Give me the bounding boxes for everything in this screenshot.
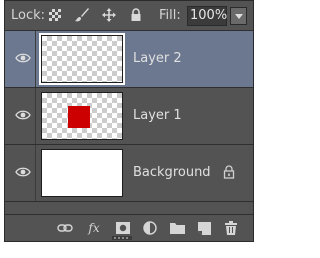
lock-label: Lock:	[11, 8, 46, 23]
fx-icon[interactable]: fx	[84, 221, 104, 235]
layers-panel: Lock: Fill: 100% Layer 2 Layer 1 Backgro…	[0, 0, 274, 258]
new-group-icon[interactable]	[169, 221, 185, 235]
layer-name[interactable]: Background	[133, 165, 211, 180]
fill-label: Fill:	[159, 8, 181, 23]
adjustment-layer-icon[interactable]	[142, 221, 158, 235]
layers-options-bar: Lock: Fill: 100%	[5, 1, 253, 31]
layer-row-layer-2[interactable]: Layer 2	[5, 31, 253, 88]
fill-dropdown-button[interactable]	[230, 7, 247, 25]
visibility-eye-icon[interactable]	[15, 166, 31, 178]
lock-position-icon[interactable]	[101, 7, 117, 23]
visibility-column-divider	[35, 31, 36, 87]
layer-thumbnail[interactable]	[41, 92, 123, 140]
fill-input[interactable]: 100%	[187, 6, 227, 26]
lock-image-pixels-icon[interactable]	[74, 7, 90, 23]
link-layers-icon[interactable]	[57, 221, 73, 235]
visibility-eye-icon[interactable]	[15, 109, 31, 121]
visibility-column-divider	[35, 88, 36, 144]
layers-list: Layer 2 Layer 1 Background	[5, 31, 253, 202]
chevron-down-icon	[234, 13, 243, 19]
delete-layer-icon[interactable]	[223, 221, 239, 235]
panel-resize-grip[interactable]	[112, 236, 132, 240]
layer-row-background[interactable]: Background	[5, 145, 253, 202]
bottom-tools-group: fx	[57, 221, 239, 235]
layer-name[interactable]: Layer 2	[133, 51, 182, 66]
layers-panel-frame: Lock: Fill: 100% Layer 2 Layer 1 Backgro…	[4, 0, 254, 242]
add-mask-icon[interactable]	[115, 221, 131, 235]
lock-all-icon[interactable]	[128, 7, 144, 23]
layer-lock-icon	[223, 165, 235, 179]
visibility-eye-icon[interactable]	[15, 52, 31, 64]
new-layer-icon[interactable]	[196, 221, 212, 235]
layer-name[interactable]: Layer 1	[133, 108, 182, 123]
layer-row-layer-1[interactable]: Layer 1	[5, 88, 253, 145]
layer-thumbnail[interactable]	[39, 33, 125, 85]
layer-thumbnail[interactable]	[41, 149, 123, 197]
lock-transparent-pixels-icon[interactable]	[47, 7, 63, 23]
layers-empty-area	[5, 202, 253, 214]
red-square-shape	[68, 106, 90, 128]
lock-icons-group	[47, 7, 144, 23]
visibility-column-divider	[35, 145, 36, 201]
